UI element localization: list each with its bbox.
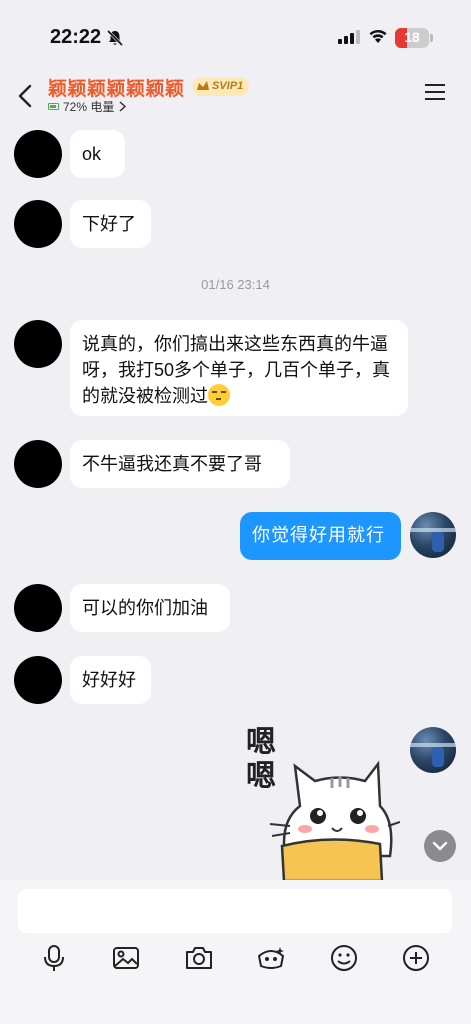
scroll-to-bottom-button[interactable] <box>424 830 456 862</box>
svip-badge[interactable]: SVIP1 <box>192 77 250 96</box>
message-bubble[interactable]: 可以的你们加油 <box>70 584 230 632</box>
back-chevron-icon[interactable] <box>14 78 38 114</box>
message-bubble[interactable]: 不牛逼我还真不要了哥 <box>70 440 290 488</box>
status-subtitle[interactable]: 72% 电量 <box>48 98 127 115</box>
chat-title[interactable]: 颖颖颖颖颖颖颖 <box>48 74 185 101</box>
cellular-signal-icon <box>338 30 360 44</box>
contact-avatar[interactable] <box>14 320 62 368</box>
battery-icon: 18 <box>395 28 429 48</box>
svip-label: SVIP1 <box>212 80 244 92</box>
battery-level: 18 <box>404 29 420 45</box>
wifi-icon <box>369 29 387 43</box>
status-time: 22:22 <box>50 26 102 48</box>
message-bubble[interactable]: ok <box>70 130 125 178</box>
my-avatar[interactable] <box>410 512 456 558</box>
red-packet-icon[interactable] <box>255 942 287 974</box>
message-timestamp: 01/16 23:14 <box>201 277 270 292</box>
svip-crown-icon <box>197 81 209 90</box>
emoji-icon[interactable] <box>328 942 360 974</box>
device-battery-icon <box>48 103 59 110</box>
contact-avatar[interactable] <box>14 656 62 704</box>
device-battery-text: 72% 电量 <box>63 100 115 114</box>
message-bubble[interactable]: 好好好 <box>70 656 151 704</box>
menu-icon[interactable] <box>424 82 446 102</box>
message-bubble[interactable]: 下好了 <box>70 200 151 248</box>
my-avatar[interactable] <box>410 727 456 773</box>
contact-avatar[interactable] <box>14 130 62 178</box>
message-text: 说真的，你们搞出来这些东西真的牛逼呀，我打50多个单子，几百个单子，真的就没被检… <box>82 334 391 406</box>
cat-sticker-icon <box>269 760 400 881</box>
smirk-emoji-icon <box>208 384 230 406</box>
microphone-icon[interactable] <box>38 942 70 974</box>
contact-avatar[interactable] <box>14 584 62 632</box>
cat-sticker[interactable]: 嗯嗯 <box>240 726 400 881</box>
status-bar: 22:22 18 <box>0 0 471 72</box>
message-bubble[interactable]: 说真的，你们搞出来这些东西真的牛逼呀，我打50多个单子，几百个单子，真的就没被检… <box>70 320 408 416</box>
chevron-down-icon <box>432 841 448 851</box>
chat-header: 颖颖颖颖颖颖颖 SVIP1 72% 电量 <box>0 72 471 122</box>
contact-avatar[interactable] <box>14 200 62 248</box>
image-icon[interactable] <box>110 942 142 974</box>
bell-off-icon <box>106 29 124 47</box>
message-input[interactable] <box>18 889 452 933</box>
camera-icon[interactable] <box>183 942 215 974</box>
chevron-right-icon <box>119 101 127 112</box>
composer <box>0 880 471 1024</box>
my-message-bubble[interactable]: 你觉得好用就行 <box>240 512 401 560</box>
plus-icon[interactable] <box>400 942 432 974</box>
contact-avatar[interactable] <box>14 440 62 488</box>
